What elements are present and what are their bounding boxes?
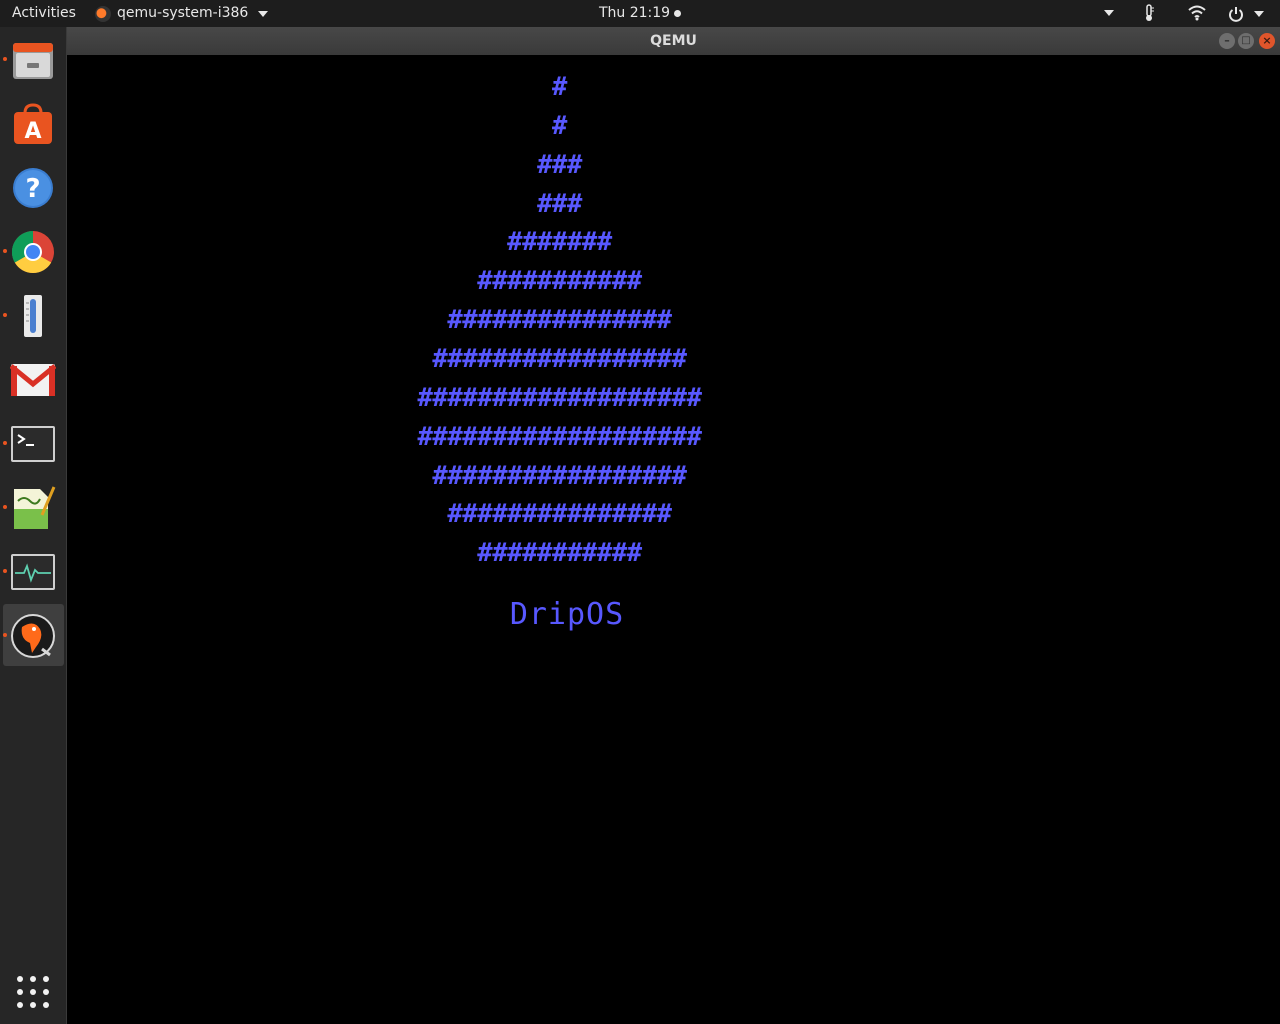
tray-menu-button[interactable] [1100, 0, 1114, 27]
text-editor-icon [14, 486, 56, 529]
dock-item-text-editor[interactable] [0, 476, 66, 538]
thermometer-indicator[interactable] [1142, 0, 1156, 27]
logo-line: ################# [432, 460, 687, 491]
logo-line: # [552, 110, 567, 141]
svg-text:A: A [24, 119, 41, 144]
chevron-down-icon [1104, 10, 1114, 16]
app-menu[interactable]: qemu-system-i386 [95, 0, 269, 27]
running-indicator [3, 57, 7, 61]
dock-item-terminal[interactable] [0, 412, 66, 474]
logo-line: ############### [447, 499, 672, 530]
dock-item-software[interactable]: A [0, 92, 66, 154]
logo-line: ########### [477, 538, 642, 569]
running-indicator [3, 569, 7, 573]
dock-item-files[interactable] [0, 28, 66, 90]
chevron-down-icon [258, 10, 269, 17]
dock-item-qemu[interactable] [3, 604, 64, 666]
gmail-icon [10, 364, 56, 396]
dock-item-chrome[interactable] [0, 220, 66, 282]
logo-line: # [552, 72, 567, 102]
qemu-app-icon [95, 5, 111, 22]
help-icon: ? [13, 168, 53, 208]
notification-dot-icon [674, 9, 682, 17]
thermometer-icon [1146, 4, 1154, 21]
logo-line: ################### [417, 382, 702, 413]
activities-button[interactable]: Activities [12, 0, 76, 27]
app-grid-icon [17, 976, 49, 1008]
logo-line: ### [537, 188, 582, 219]
vm-screen[interactable]: # # ### ### ####### ########### ##############… [67, 55, 1280, 1024]
qemu-icon [11, 614, 55, 658]
software-center-icon: A [14, 103, 52, 144]
show-applications-button[interactable] [0, 960, 66, 1022]
logo-line: ################### [417, 421, 702, 452]
thermometer-icon [24, 295, 42, 337]
running-indicator [3, 441, 7, 445]
top-bar: Activities qemu-system-i386 Thu 21:19 [0, 0, 1280, 27]
wifi-icon [1188, 5, 1206, 21]
minimize-button[interactable] [1219, 33, 1235, 49]
dock-item-help[interactable]: ? [0, 156, 66, 218]
system-monitor-icon [11, 554, 55, 590]
dock-item-thermometer[interactable] [0, 284, 66, 346]
svg-text:?: ? [25, 174, 40, 204]
logo-line: ########### [477, 266, 642, 297]
close-button[interactable] [1259, 33, 1275, 49]
window-title: QEMU [650, 33, 697, 49]
dock: A ? [0, 27, 67, 1024]
chrome-icon [11, 231, 54, 274]
power-icon [1229, 6, 1243, 22]
clock-label[interactable]: Thu 21:19 [599, 5, 670, 21]
logo-line: ### [537, 149, 582, 180]
maximize-button[interactable] [1238, 33, 1254, 49]
files-icon [13, 43, 53, 79]
running-indicator [3, 249, 7, 253]
terminal-icon [11, 426, 55, 462]
window-titlebar[interactable]: QEMU [67, 27, 1280, 55]
running-indicator [3, 505, 7, 509]
running-indicator [3, 633, 7, 637]
chevron-down-icon [1254, 10, 1264, 17]
logo-line: ####### [507, 227, 612, 258]
logo-line: ############### [447, 305, 672, 336]
running-indicator [3, 313, 7, 317]
logo-line: ################# [432, 343, 687, 374]
wifi-indicator[interactable] [1188, 0, 1206, 27]
qemu-window: QEMU ###################################… [67, 27, 1280, 1024]
app-menu-label: qemu-system-i386 [117, 5, 249, 21]
os-name-label: DripOS [509, 597, 625, 632]
dock-item-gmail[interactable] [0, 348, 66, 410]
power-menu[interactable] [1228, 0, 1264, 27]
dock-item-system-monitor[interactable] [0, 540, 66, 602]
